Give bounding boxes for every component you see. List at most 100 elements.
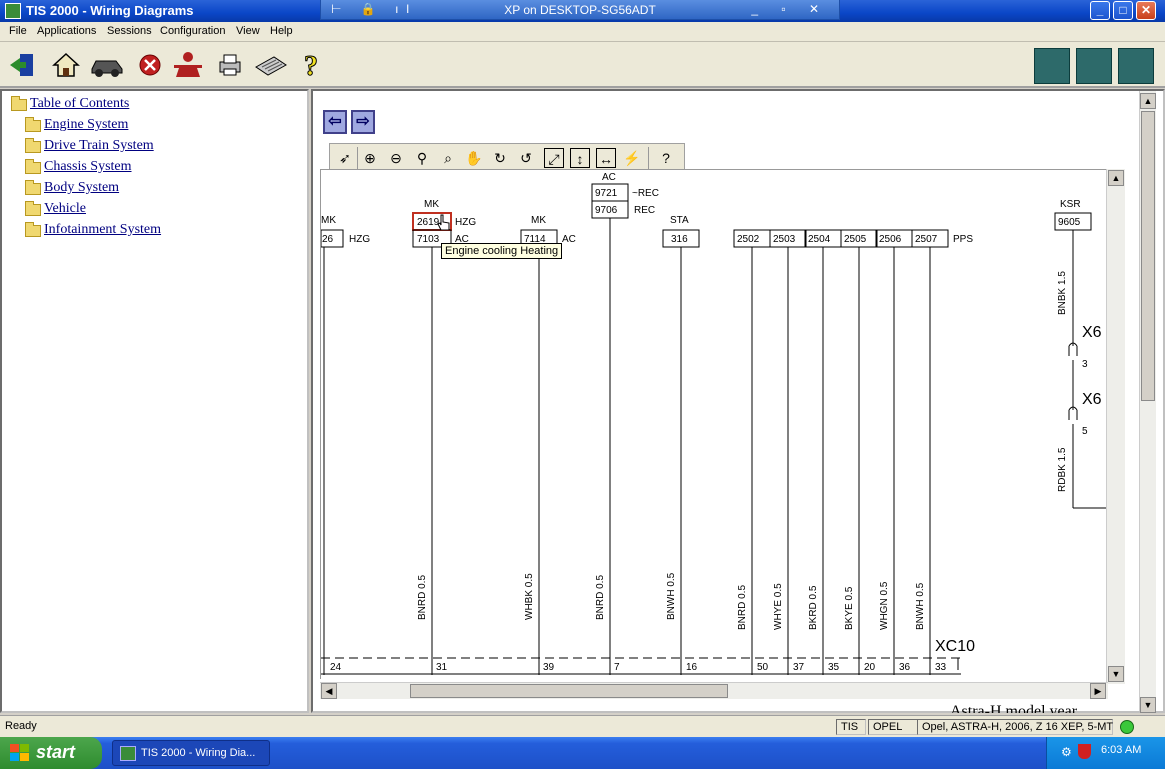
- diagram-horizontal-scrollbar[interactable]: ◀ ▶: [320, 682, 1108, 699]
- scroll-down-icon[interactable]: ▼: [1108, 666, 1124, 682]
- wire-label: BNWH 0.5: [915, 582, 926, 630]
- folder-icon: [25, 159, 41, 174]
- node-2507[interactable]: 2507: [915, 234, 938, 245]
- remote-window-controls[interactable]: _ ▫ ✕: [751, 2, 829, 16]
- diagram-vertical-scrollbar[interactable]: ▲ ▼: [1106, 169, 1125, 684]
- fit-page-icon[interactable]: ⤢: [544, 148, 564, 168]
- node-2504[interactable]: 2504: [808, 234, 831, 245]
- pin-5: 5: [1082, 426, 1088, 437]
- scrollbar-thumb[interactable]: [1141, 111, 1155, 401]
- status-tis: TIS: [836, 719, 866, 735]
- tray-shield-icon[interactable]: [1078, 744, 1091, 759]
- node-316[interactable]: 316: [671, 234, 688, 245]
- fit-height-icon[interactable]: ↕: [570, 148, 590, 168]
- forward-button[interactable]: ⇨: [351, 110, 375, 134]
- menu-file[interactable]: File: [9, 25, 27, 37]
- scroll-left-icon[interactable]: ◀: [321, 683, 337, 699]
- pane-vertical-scrollbar[interactable]: ▲ ▼: [1139, 91, 1156, 713]
- wiring-icon[interactable]: [1034, 48, 1070, 84]
- menu-configuration[interactable]: Configuration: [160, 25, 225, 37]
- menu-view[interactable]: View: [236, 25, 260, 37]
- folder-icon: [25, 180, 41, 195]
- label-sta: STA: [670, 215, 689, 226]
- engine-icon[interactable]: [1076, 48, 1112, 84]
- scroll-up-icon[interactable]: ▲: [1140, 93, 1156, 109]
- label-ksr: KSR: [1060, 199, 1081, 210]
- tree-item-infotainment-system[interactable]: Infotainment System: [44, 222, 161, 238]
- tree-item-drive-train-system[interactable]: Drive Train System: [44, 138, 154, 154]
- wire-label: BNRD 0.5: [595, 575, 606, 620]
- keyboard-icon[interactable]: [254, 51, 288, 79]
- label-pps: PPS: [953, 234, 973, 245]
- print-icon[interactable]: [216, 51, 244, 79]
- minimize-button[interactable]: _: [1090, 1, 1110, 20]
- diagram-footer-partial: Astra-H model year 2006: [950, 703, 1078, 713]
- folder-icon: [25, 201, 41, 216]
- title-bar: TIS 2000 - Wiring Diagrams ⊢ 🔒 ıl XP on …: [0, 0, 1165, 22]
- node-9605[interactable]: 9605: [1058, 217, 1081, 228]
- pin-number: 33: [935, 662, 947, 673]
- scroll-down-icon[interactable]: ▼: [1140, 697, 1156, 713]
- scroll-up-icon[interactable]: ▲: [1108, 170, 1124, 186]
- menu-sessions[interactable]: Sessions: [107, 25, 152, 37]
- node-2506[interactable]: 2506: [879, 234, 902, 245]
- help-pointer-icon[interactable]: ?: [656, 148, 676, 168]
- folder-icon: [25, 138, 41, 153]
- node-9721[interactable]: 9721: [595, 188, 618, 199]
- back-button[interactable]: ⇦: [323, 110, 347, 134]
- zoom-in-icon[interactable]: ⊕: [360, 148, 380, 168]
- system-tray: ⚙ 6:03 AM: [1046, 737, 1165, 769]
- start-label: start: [36, 742, 76, 762]
- label-mk-2619: MK: [424, 199, 439, 210]
- pin-3: 3: [1082, 359, 1088, 370]
- node-26[interactable]: 26: [322, 234, 334, 245]
- diagram-toolbar: ➶ ⊕ ⊖ ⚲ ⌕ ✋ ↻ ↺ ⤢ ↕ ↔ ⚡ ?: [329, 143, 685, 171]
- menu-applications[interactable]: Applications: [37, 25, 96, 37]
- svg-text:?: ?: [304, 51, 318, 79]
- rotate-left-icon[interactable]: ↺: [516, 148, 536, 168]
- menu-help[interactable]: Help: [270, 25, 293, 37]
- app-window: TIS 2000 - Wiring Diagrams ⊢ 🔒 ıl XP on …: [0, 0, 1165, 769]
- pan-hand-icon[interactable]: ✋: [464, 148, 484, 168]
- stop-icon[interactable]: [136, 51, 164, 79]
- clock[interactable]: 6:03 AM: [1101, 744, 1141, 756]
- close-button[interactable]: ✕: [1136, 1, 1156, 20]
- zoom-out-icon[interactable]: ⊖: [386, 148, 406, 168]
- maximize-button[interactable]: □: [1113, 1, 1133, 20]
- wire-label: BNRD 0.5: [737, 585, 748, 630]
- zoom-icon[interactable]: ⚲: [412, 148, 432, 168]
- tree-item-vehicle[interactable]: Vehicle: [44, 201, 86, 217]
- person-icon[interactable]: [172, 51, 204, 79]
- tree-root-table-of-contents[interactable]: Table of Contents: [30, 96, 129, 112]
- node-2503[interactable]: 2503: [773, 234, 796, 245]
- folder-icon: [25, 117, 41, 132]
- rotate-right-icon[interactable]: ↻: [490, 148, 510, 168]
- node-9706[interactable]: 9706: [595, 205, 618, 216]
- node-7103[interactable]: 7103: [417, 234, 440, 245]
- tree-item-body-system[interactable]: Body System: [44, 180, 119, 196]
- home-icon[interactable]: [52, 51, 80, 79]
- tree-item-chassis-system[interactable]: Chassis System: [44, 159, 132, 175]
- select-pointer-icon[interactable]: ➶: [335, 148, 355, 168]
- zoom-area-icon[interactable]: ⌕: [438, 148, 458, 168]
- vehicle-icon[interactable]: [90, 51, 124, 79]
- pin-number: 50: [757, 662, 769, 673]
- node-2502[interactable]: 2502: [737, 234, 760, 245]
- help-icon[interactable]: ?: [298, 51, 326, 79]
- car-icon[interactable]: [1118, 48, 1154, 84]
- tray-network-icon[interactable]: ⚙: [1061, 745, 1072, 759]
- taskbar-app-button[interactable]: TIS 2000 - Wiring Dia...: [112, 740, 270, 766]
- scrollbar-thumb[interactable]: [410, 684, 728, 698]
- fit-width-icon[interactable]: ↔: [596, 148, 616, 168]
- node-2505[interactable]: 2505: [844, 234, 867, 245]
- pin-number: 20: [864, 662, 876, 673]
- remote-connection-bar: ⊢ 🔒 ıl XP on DESKTOP-SG56ADT _ ▫ ✕: [320, 0, 840, 20]
- label-rec-9706: REC: [634, 205, 655, 216]
- scroll-right-icon[interactable]: ▶: [1090, 683, 1106, 699]
- tree-item-engine-system[interactable]: Engine System: [44, 117, 128, 133]
- pin-number: 35: [828, 662, 840, 673]
- highlight-wire-icon[interactable]: ⚡: [622, 148, 642, 168]
- exit-icon[interactable]: [8, 51, 36, 79]
- start-button[interactable]: start: [0, 737, 102, 769]
- pin-number: 24: [330, 662, 342, 673]
